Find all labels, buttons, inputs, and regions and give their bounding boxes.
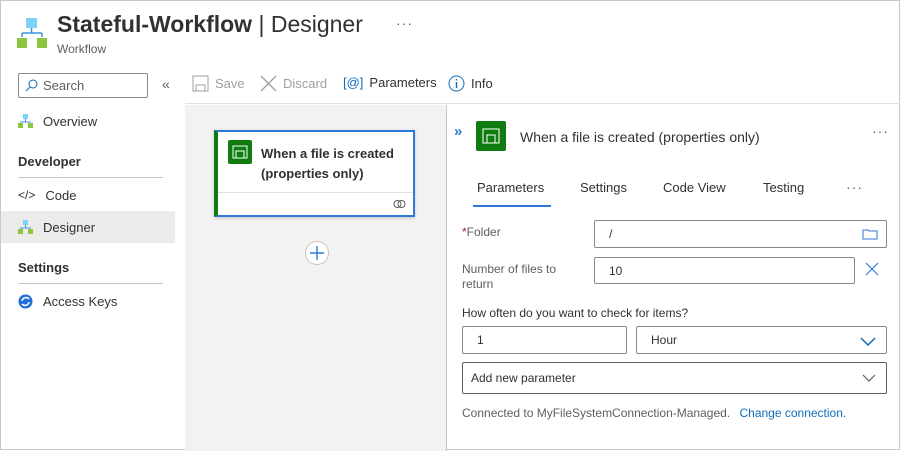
panel-divider bbox=[446, 105, 447, 451]
tab-settings[interactable]: Settings bbox=[580, 180, 627, 195]
search-icon bbox=[25, 79, 38, 92]
clear-icon[interactable] bbox=[865, 262, 879, 276]
divider bbox=[218, 192, 413, 193]
active-tab-indicator bbox=[473, 205, 551, 207]
more-options-button[interactable]: ··· bbox=[396, 15, 413, 31]
frequency-label: How often do you want to check for items… bbox=[462, 306, 689, 320]
sidebar-item-code[interactable]: </> Code bbox=[1, 179, 175, 211]
close-icon bbox=[260, 75, 277, 92]
parameters-label: Parameters bbox=[369, 75, 437, 90]
folder-input[interactable]: / bbox=[594, 220, 887, 248]
parameters-icon: [@] bbox=[343, 75, 364, 90]
search-placeholder: Search bbox=[43, 78, 85, 93]
save-button[interactable]: Save bbox=[192, 75, 245, 92]
connection-info: Connected to MyFileSystemConnection-Mana… bbox=[462, 406, 846, 420]
section-settings: Settings bbox=[18, 260, 70, 275]
add-parameter-dropdown[interactable]: Add new parameter bbox=[462, 362, 887, 394]
divider bbox=[185, 103, 900, 104]
frequency-value: Hour bbox=[651, 333, 678, 347]
tab-parameters[interactable]: Parameters bbox=[477, 180, 544, 195]
files-label: Number of files to return bbox=[462, 262, 557, 291]
tab-testing[interactable]: Testing bbox=[763, 180, 804, 195]
chevron-down-icon bbox=[862, 374, 876, 382]
connection-text: Connected to MyFileSystemConnection-Mana… bbox=[462, 406, 731, 420]
discard-label: Discard bbox=[283, 76, 328, 91]
sidebar-item-label: Designer bbox=[43, 219, 96, 235]
tab-code-view[interactable]: Code View bbox=[663, 180, 726, 195]
info-label: Info bbox=[471, 76, 493, 91]
files-count-input[interactable]: 10 bbox=[594, 257, 855, 284]
sidebar-item-access-keys[interactable]: Access Keys bbox=[1, 285, 175, 317]
refresh-key-icon bbox=[18, 294, 33, 308]
change-connection-link[interactable]: Change connection. bbox=[739, 406, 846, 420]
info-icon bbox=[448, 75, 465, 92]
workflow-icon bbox=[18, 113, 33, 128]
files-count-value: 10 bbox=[609, 263, 623, 278]
folder-icon[interactable] bbox=[862, 228, 878, 240]
trigger-card[interactable]: When a file is created (properties only) bbox=[214, 130, 415, 217]
folder-value: / bbox=[609, 227, 613, 241]
sidebar-item-designer[interactable]: Designer bbox=[1, 211, 175, 243]
plus-icon bbox=[310, 246, 324, 260]
tabs-more-button[interactable]: ··· bbox=[846, 179, 863, 195]
divider bbox=[18, 177, 163, 178]
frequency-dropdown[interactable]: Hour bbox=[636, 326, 887, 354]
link-icon bbox=[393, 200, 406, 208]
workflow-logo-icon bbox=[17, 17, 47, 54]
add-step-button[interactable] bbox=[305, 241, 329, 265]
file-system-icon bbox=[476, 121, 506, 151]
sidebar-item-label: Access Keys bbox=[43, 293, 118, 309]
page-subtitle: Workflow bbox=[57, 42, 107, 56]
sidebar-item-label: Overview bbox=[43, 113, 98, 129]
file-system-icon bbox=[228, 140, 252, 164]
parameters-button[interactable]: [@] Parameters bbox=[343, 75, 437, 90]
search-input[interactable]: Search bbox=[18, 73, 148, 98]
info-button[interactable]: Info bbox=[448, 75, 493, 92]
section-developer: Developer bbox=[18, 154, 81, 169]
panel-title: When a file is created (properties only) bbox=[520, 129, 760, 145]
interval-input[interactable]: 1 bbox=[462, 326, 627, 354]
trigger-title: When a file is created (properties only) bbox=[261, 146, 394, 181]
add-parameter-label: Add new parameter bbox=[471, 371, 576, 385]
workflow-icon bbox=[18, 219, 33, 234]
collapse-sidebar-button[interactable]: « bbox=[162, 76, 170, 92]
interval-value: 1 bbox=[477, 333, 484, 347]
code-icon: </> bbox=[18, 188, 36, 202]
discard-button[interactable]: Discard bbox=[260, 75, 327, 92]
save-icon bbox=[192, 75, 209, 92]
sidebar-item-label: Code bbox=[45, 187, 77, 203]
folder-label: *Folder bbox=[462, 225, 501, 239]
panel-more-button[interactable]: ··· bbox=[872, 123, 889, 139]
save-label: Save bbox=[215, 76, 245, 91]
chevron-down-icon bbox=[860, 337, 876, 346]
sidebar-item-overview[interactable]: Overview bbox=[1, 105, 175, 137]
divider bbox=[18, 283, 163, 284]
page-title: Stateful-Workflow | Designer bbox=[57, 11, 363, 37]
expand-panel-button[interactable]: » bbox=[454, 123, 462, 140]
